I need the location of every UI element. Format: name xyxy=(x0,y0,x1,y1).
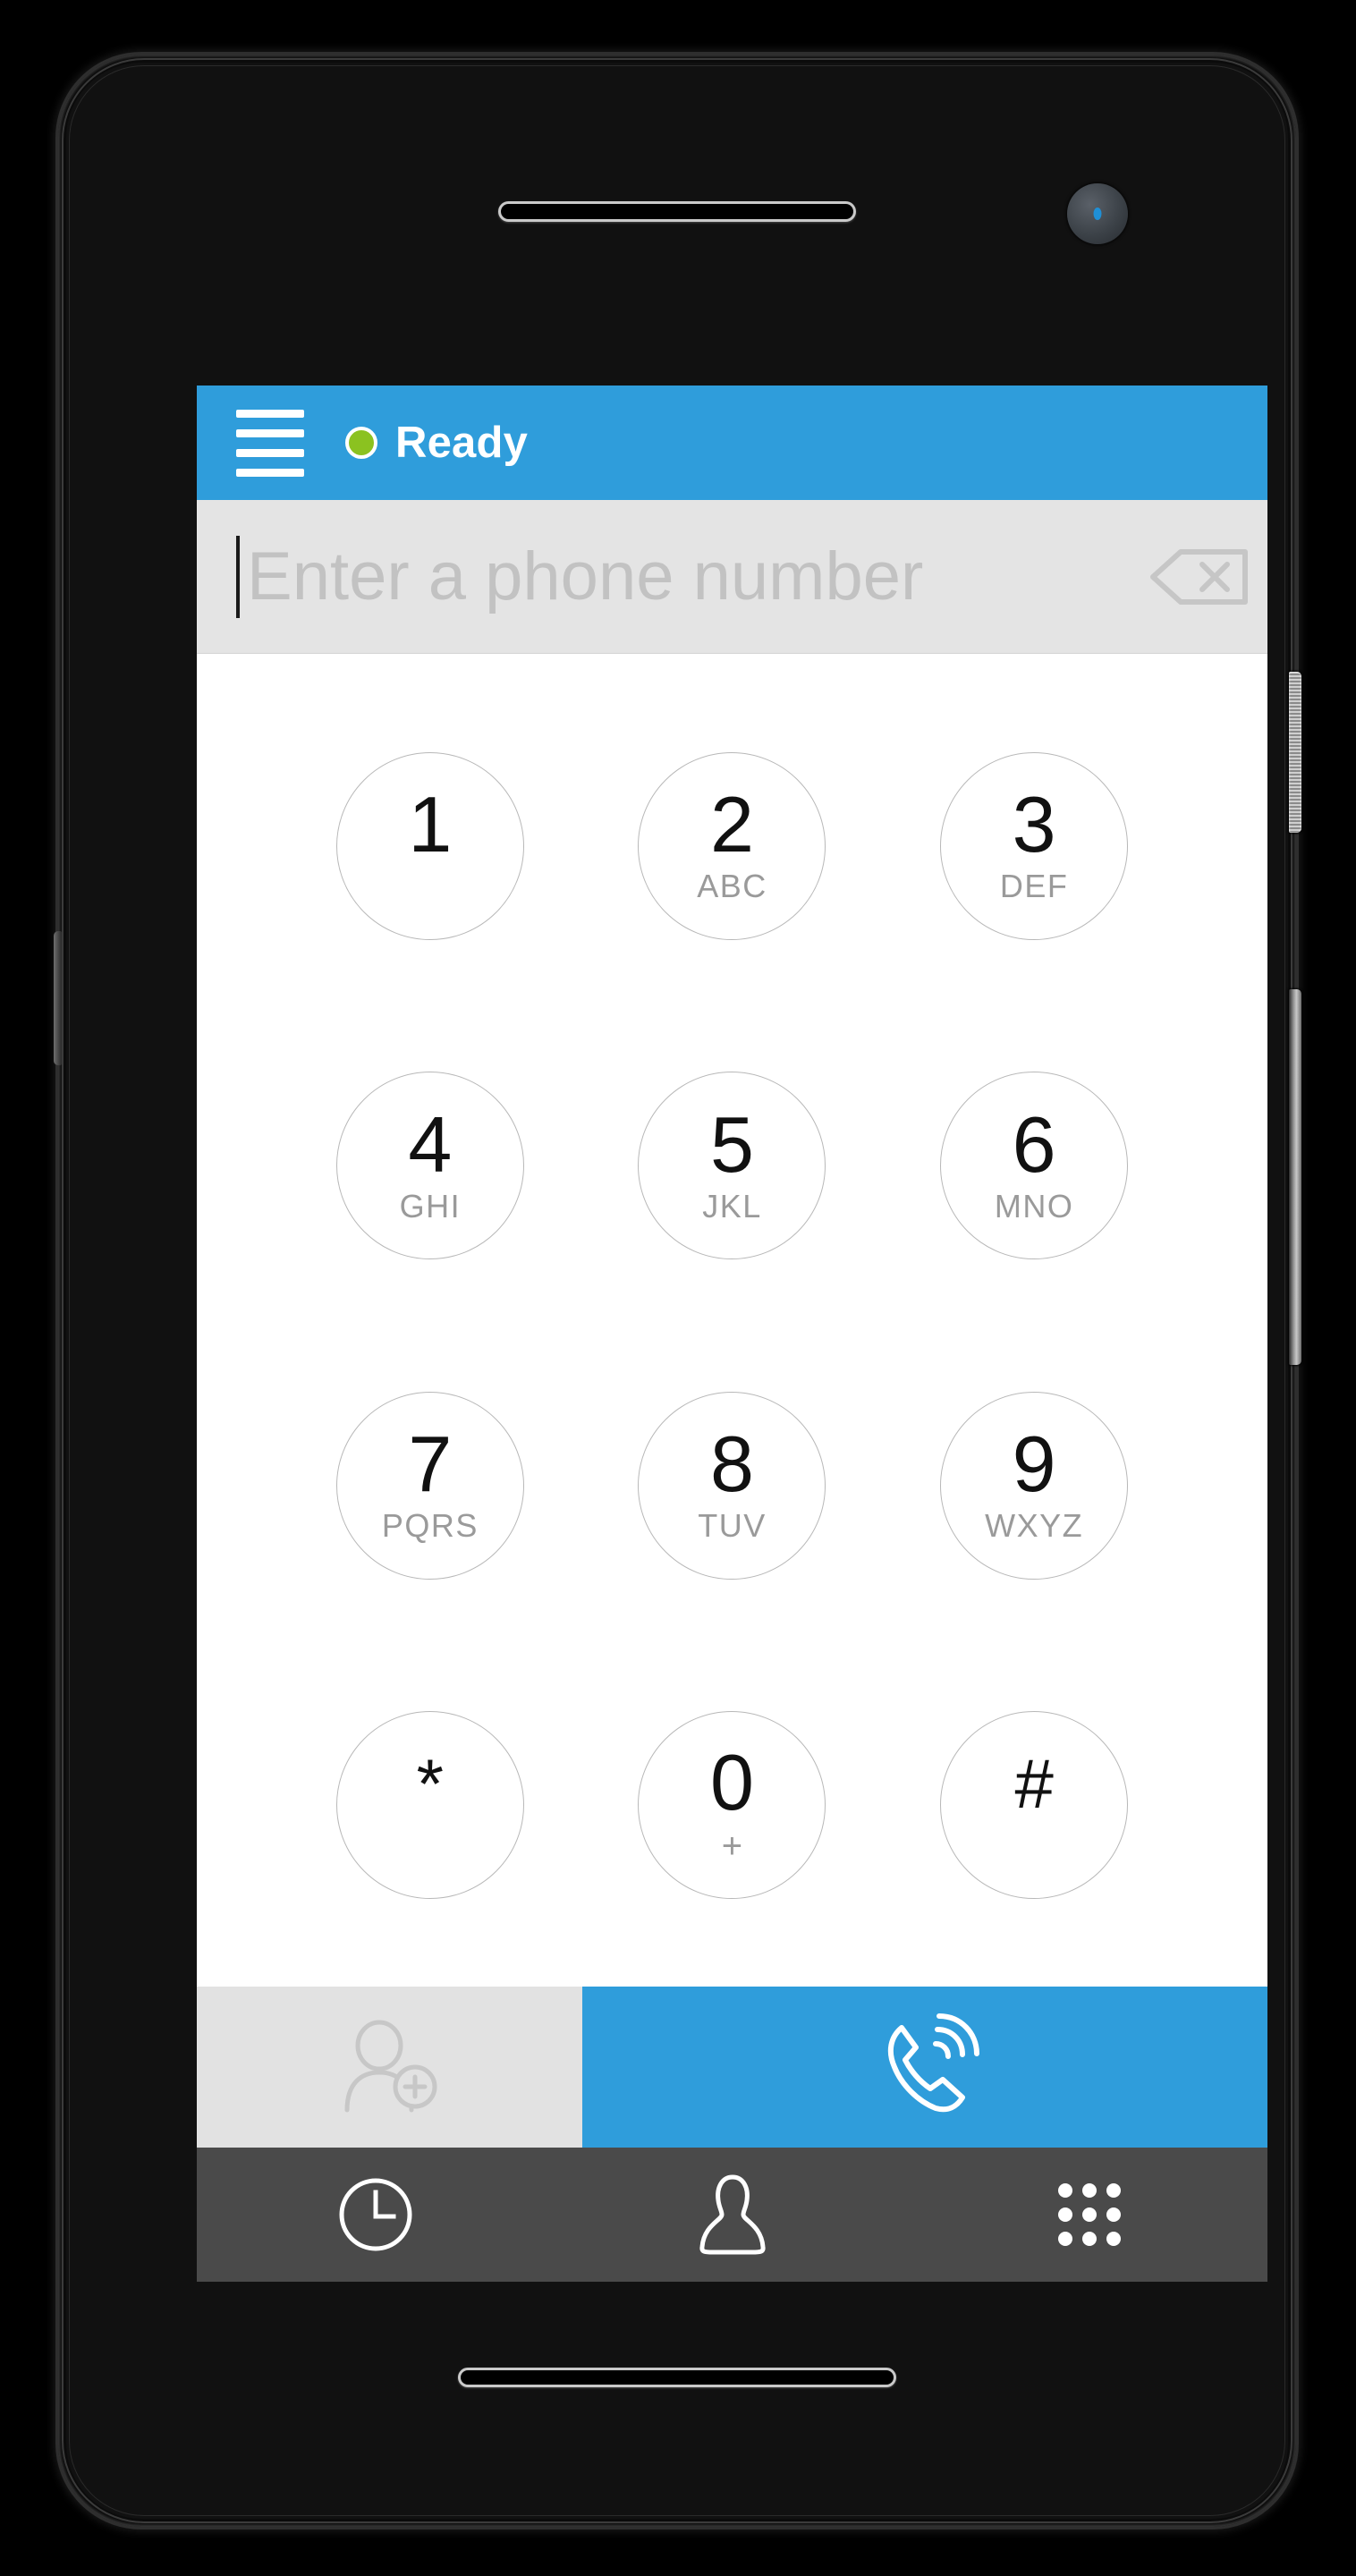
dial-key-5[interactable]: 5 JKL xyxy=(638,1072,826,1260)
dial-letters: GHI xyxy=(399,1187,462,1224)
dialpad-grid: 1 2 ABC 3 DEF 4 GHI 5 JKL 6 MNO 7 PQRS 8… xyxy=(197,654,1267,1987)
clock-history-icon xyxy=(339,2178,411,2251)
tab-history[interactable] xyxy=(197,2148,554,2282)
dial-letters: DEF xyxy=(999,868,1069,905)
menu-line xyxy=(236,448,304,457)
dial-key-0[interactable]: 0 + xyxy=(638,1711,826,1900)
dial-digit: * xyxy=(416,1744,444,1824)
backspace-glyph xyxy=(1150,548,1248,605)
menu-line xyxy=(236,409,304,418)
dial-key-1[interactable]: 1 xyxy=(335,751,524,940)
dial-letters: MNO xyxy=(994,1187,1074,1224)
sim-tray-slot xyxy=(54,931,62,1065)
keypad-dot xyxy=(1057,2207,1072,2222)
call-button[interactable] xyxy=(581,1987,1267,2148)
dial-digit: 1 xyxy=(408,780,453,869)
keypad-dot xyxy=(1106,2183,1121,2198)
volume-rocker-button[interactable] xyxy=(1289,989,1301,1365)
menu-line xyxy=(236,468,304,477)
backspace-delete-icon[interactable] xyxy=(1133,500,1267,653)
status-label: Ready xyxy=(395,419,529,467)
dial-key-6[interactable]: 6 MNO xyxy=(940,1072,1129,1260)
app-header: Ready xyxy=(197,386,1267,500)
dial-digit: 5 xyxy=(710,1099,754,1189)
front-camera-lens xyxy=(1093,208,1102,220)
dial-digit: 2 xyxy=(710,780,754,869)
dial-key-4[interactable]: 4 GHI xyxy=(335,1072,524,1260)
action-row xyxy=(197,1987,1267,2148)
keypad-dots-icon xyxy=(1057,2183,1121,2246)
dial-digit: 9 xyxy=(1012,1419,1056,1509)
keypad-dot xyxy=(1057,2232,1072,2246)
status-indicator[interactable]: Ready xyxy=(345,418,528,468)
phone-screen: Ready 1 2 ABC 3 xyxy=(197,386,1267,2282)
add-contact-button[interactable] xyxy=(197,1987,582,2148)
keypad-dot xyxy=(1081,2183,1097,2198)
tab-keypad[interactable] xyxy=(911,2148,1267,2282)
keypad-dot xyxy=(1106,2207,1121,2222)
person-contacts-icon xyxy=(699,2174,766,2255)
keypad-dot xyxy=(1057,2183,1072,2198)
dial-digit: 0 xyxy=(710,1737,754,1826)
phone-number-input[interactable] xyxy=(240,500,1133,653)
earpiece-speaker xyxy=(498,201,856,222)
dial-key-2[interactable]: 2 ABC xyxy=(638,751,826,940)
dial-digit: 3 xyxy=(1012,780,1056,869)
menu-line xyxy=(236,428,304,437)
hamburger-menu-icon[interactable] xyxy=(229,402,311,484)
bottom-tab-bar xyxy=(197,2148,1267,2282)
status-dot-icon xyxy=(345,427,377,459)
power-button[interactable] xyxy=(1289,672,1301,833)
keypad-dot xyxy=(1081,2232,1097,2246)
bottom-speaker xyxy=(458,2368,896,2387)
keypad-dot xyxy=(1081,2207,1097,2222)
front-camera xyxy=(1067,183,1128,244)
dial-letters: ABC xyxy=(697,868,767,905)
dial-digit: # xyxy=(1014,1744,1054,1824)
add-contact-icon xyxy=(344,2020,437,2113)
dial-key-hash[interactable]: # xyxy=(940,1711,1129,1900)
keypad-dot xyxy=(1106,2232,1121,2246)
tab-contacts[interactable] xyxy=(554,2148,911,2282)
dial-key-8[interactable]: 8 TUV xyxy=(638,1391,826,1580)
dial-key-3[interactable]: 3 DEF xyxy=(940,751,1129,940)
dial-key-7[interactable]: 7 PQRS xyxy=(335,1391,524,1580)
dial-letters: TUV xyxy=(698,1507,767,1545)
dial-letters: PQRS xyxy=(381,1507,479,1545)
number-entry-row xyxy=(197,500,1267,654)
dial-digit: 7 xyxy=(408,1419,453,1509)
dial-digit: 6 xyxy=(1012,1099,1056,1189)
dial-letters: JKL xyxy=(702,1187,762,1224)
dial-key-9[interactable]: 9 WXYZ xyxy=(940,1391,1129,1580)
dial-digit: 8 xyxy=(710,1419,754,1509)
dial-key-star[interactable]: * xyxy=(335,1711,524,1900)
dial-letters: + xyxy=(721,1826,743,1866)
call-handset-icon xyxy=(887,2013,979,2113)
dial-digit: 4 xyxy=(408,1099,453,1189)
phone-device: Ready 1 2 ABC 3 xyxy=(54,52,1301,2529)
dial-letters: WXYZ xyxy=(985,1507,1084,1545)
